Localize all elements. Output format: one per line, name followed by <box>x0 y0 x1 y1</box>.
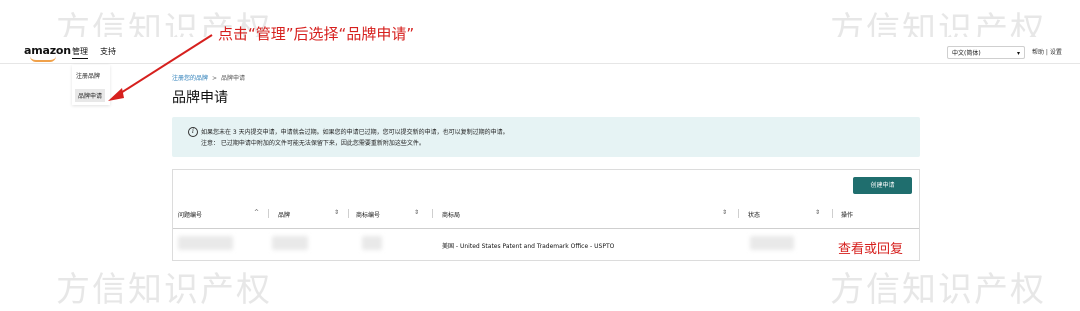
column-header-action: 操作 <box>841 212 854 219</box>
breadcrumb-separator: > <box>212 75 218 82</box>
language-value: 中文(简体) <box>952 50 981 57</box>
breadcrumb-current: 品牌申请 <box>221 75 246 82</box>
column-header-case-id[interactable]: 问题编号 <box>178 210 202 219</box>
create-application-button[interactable]: 创建申请 <box>853 177 912 194</box>
watermark: 方信知识产权 <box>830 270 1046 310</box>
table-header-divider <box>173 228 919 229</box>
page-title: 品牌申请 <box>172 90 228 106</box>
column-header-trademark-number[interactable]: 商标编号 <box>356 210 380 219</box>
blurred-status <box>750 236 794 250</box>
column-header-status[interactable]: 状态 <box>748 210 760 219</box>
breadcrumb: 注册您的品牌 > 品牌申请 <box>172 73 245 82</box>
sort-icon[interactable]: ^ <box>254 209 259 216</box>
column-divider <box>738 209 739 218</box>
sort-icon[interactable]: ⇕ <box>722 209 727 216</box>
menu-item-register-brand[interactable]: 注册品牌 <box>76 71 100 80</box>
info-icon: i <box>188 127 198 137</box>
sort-icon[interactable]: ⇕ <box>414 209 419 216</box>
amazon-smile-icon <box>30 56 56 62</box>
trademark-office-cell: 美国 - United States Patent and Trademark … <box>442 243 615 250</box>
alert-text-line2: 注意： 已过期申请中附加的文件可能无法保留下来，因此您需要重新附加这些文件。 <box>201 140 425 147</box>
view-or-reply-link[interactable]: 查看或回复 <box>838 238 903 257</box>
column-divider <box>268 209 269 218</box>
column-header-brand[interactable]: 品牌 <box>278 210 290 219</box>
watermark: 方信知识产权 <box>56 270 272 310</box>
column-divider <box>832 209 833 218</box>
blurred-trademark-number <box>362 236 382 250</box>
sort-icon[interactable]: ⇕ <box>815 209 820 216</box>
blurred-case-id <box>178 236 233 250</box>
column-divider <box>432 209 433 218</box>
blurred-brand <box>272 236 308 250</box>
sort-icon[interactable]: ⇕ <box>334 209 339 216</box>
help-settings-links[interactable]: 帮助 | 设置 <box>1032 47 1062 56</box>
breadcrumb-link-register-brand[interactable]: 注册您的品牌 <box>172 75 208 82</box>
language-select[interactable]: 中文(简体) ▾ <box>947 46 1025 59</box>
column-header-trademark-office[interactable]: 商标局 <box>442 210 460 219</box>
dropdown-caret-icon: ▾ <box>1016 50 1020 57</box>
column-divider <box>348 209 349 218</box>
nav-manage[interactable]: 管理 <box>72 46 88 59</box>
annotation-text: 点击“管理”后选择“品牌申请” <box>218 25 415 43</box>
info-alert-box <box>172 117 920 157</box>
alert-text-line1: 如果您未在 3 天内提交申请，申请就会过期。如果您的申请已过期，您可以提交新的申… <box>201 129 509 136</box>
